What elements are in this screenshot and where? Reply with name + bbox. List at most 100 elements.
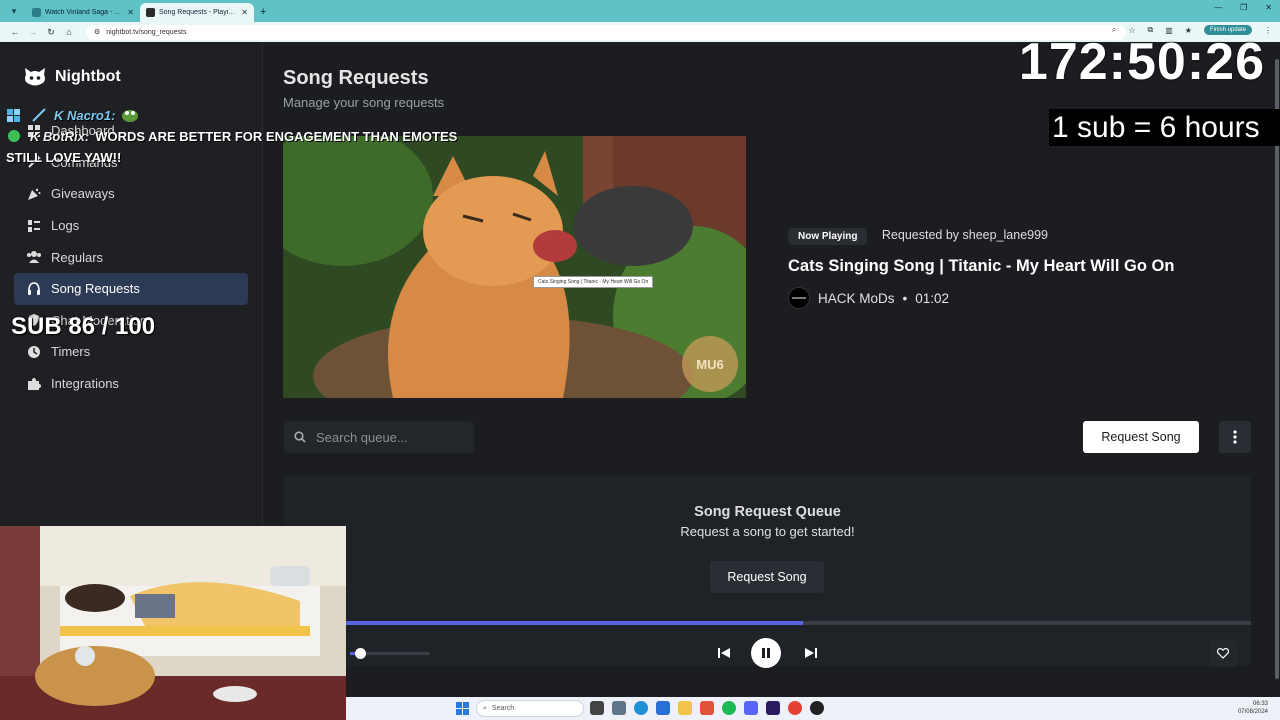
mail-app-icon[interactable] [656, 701, 670, 715]
channel-name[interactable]: HACK MoDs [818, 291, 895, 306]
badge-icon [7, 109, 20, 122]
taskbar-apps [590, 701, 824, 715]
taskbar-search-placeholder: Search [491, 705, 515, 712]
volume-knob[interactable] [355, 648, 367, 659]
skip-previous-icon [718, 648, 730, 658]
sidebar-item-label: Giveaways [51, 186, 115, 202]
address-bar[interactable]: ⚙ nightbot.tv/song_requests [86, 24, 1126, 40]
browser-menu-icon[interactable]: ⋮ [1264, 26, 1272, 35]
nightbot-favicon-icon [146, 8, 155, 17]
next-track-button[interactable] [800, 642, 822, 664]
sidebar-item-label: Timers [51, 344, 91, 360]
settings-app-icon[interactable] [612, 701, 626, 715]
tab-list-menu-icon[interactable]: ▾ [6, 3, 22, 19]
search-input[interactable] [316, 429, 466, 445]
chat-username: K BotRix: [30, 128, 90, 144]
more-options-button[interactable] [1219, 421, 1251, 453]
task-view-icon[interactable] [590, 701, 604, 715]
close-tab-icon[interactable]: ✕ [127, 8, 134, 17]
edge-app-icon[interactable] [634, 701, 648, 715]
video-player[interactable]: MU6 Cats Singing Song | Titanic - My Hea… [283, 136, 746, 398]
pause-icon [762, 648, 770, 658]
search-icon: ⌕ [483, 704, 487, 712]
file-explorer-icon[interactable] [678, 701, 692, 715]
sidebar-item-giveaways[interactable]: Giveaways [14, 178, 248, 210]
brave-app-icon[interactable] [700, 701, 714, 715]
pause-button[interactable] [751, 638, 781, 668]
queue-empty-message: Request a song to get started! [680, 524, 855, 539]
minimize-icon[interactable]: — [1214, 3, 1222, 12]
clock-icon [26, 344, 42, 360]
sub-rate-banner: 1 sub = 6 hours [1049, 109, 1280, 146]
subathon-timer: 172:50:26 [1018, 33, 1265, 91]
spotify-app-icon[interactable] [722, 701, 736, 715]
chrome-app-icon[interactable] [788, 701, 802, 715]
song-duration: 01:02 [915, 290, 950, 306]
chat-message: STILL LOVE YAW!! [6, 146, 526, 168]
sidebar-item-song-requests[interactable]: Song Requests [14, 272, 248, 305]
playback-progress-fill [345, 621, 803, 625]
browser-tab-miruro[interactable]: Watch Vinland Saga - Miruro ✕ [26, 3, 140, 22]
browser-tab-song-requests[interactable]: Song Requests - Playing Ca... ✕ [140, 3, 254, 22]
previous-track-button[interactable] [713, 642, 735, 664]
close-window-icon[interactable]: ✕ [1265, 3, 1272, 12]
system-tray-clock[interactable]: 06:33 07/08/2024 [1238, 700, 1268, 716]
site-info-icon[interactable]: ⚙ [94, 28, 100, 36]
brand[interactable]: Nightbot [24, 67, 121, 87]
window-controls: — ❐ ✕ [1214, 3, 1272, 12]
back-icon[interactable]: ← [6, 27, 24, 37]
search-icon [294, 431, 306, 443]
close-tab-icon[interactable]: ✕ [241, 8, 248, 17]
list-icon [26, 218, 42, 234]
queue-request-song-button[interactable]: Request Song [710, 561, 824, 593]
chat-message: K BotRix: WORDS ARE BETTER FOR ENGAGEMEN… [6, 126, 526, 146]
nightbot-logo-icon [25, 68, 45, 86]
chat-username: K Nacro1: [54, 107, 116, 123]
request-song-button[interactable]: Request Song [1083, 421, 1199, 453]
now-playing-panel: Now Playing Requested by sheep_lane999 C… [788, 226, 1258, 309]
chat-message: K Nacro1: [6, 104, 526, 126]
playback-progress-bar[interactable] [345, 621, 1251, 625]
favorite-button[interactable] [1209, 639, 1237, 667]
requested-by-text: Requested by sheep_lane999 [881, 228, 1049, 242]
new-tab-icon[interactable]: + [260, 6, 266, 18]
sword-icon [32, 108, 46, 122]
premiere-app-icon[interactable] [766, 701, 780, 715]
volume-slider[interactable] [350, 648, 430, 659]
song-meta: HACK MoDs • 01:02 [788, 287, 1258, 309]
chat-text: WORDS ARE BETTER FOR ENGAGEMENT THAN EMO… [95, 128, 458, 144]
tray-date: 07/08/2024 [1237, 709, 1268, 715]
chat-text: STILL LOVE YAW!! [6, 149, 122, 165]
sidebar-item-label: Logs [51, 218, 80, 234]
webcam-frame [0, 526, 346, 720]
channel-avatar [788, 287, 810, 309]
obs-app-icon[interactable] [810, 701, 824, 715]
discord-app-icon[interactable] [744, 701, 758, 715]
sidebar-item-logs[interactable]: Logs [14, 210, 248, 242]
maximize-icon[interactable]: ❐ [1240, 3, 1247, 12]
party-icon [26, 186, 42, 202]
scrollbar-thumb[interactable] [1275, 59, 1279, 679]
tab-title: Watch Vinland Saga - Miruro [45, 9, 124, 16]
pepe-emote-icon [122, 110, 139, 122]
home-icon[interactable]: ⌂ [60, 27, 78, 37]
sidebar-item-label: Song Requests [51, 281, 140, 297]
queue-search[interactable] [284, 421, 474, 453]
skip-next-icon [805, 648, 817, 658]
windows-start-icon[interactable] [456, 702, 469, 715]
windows-taskbar: ⌕ Search 06:33 07/08/2024 [346, 697, 1280, 720]
url-text: nightbot.tv/song_requests [106, 28, 187, 36]
reload-icon[interactable]: ↻ [42, 27, 60, 38]
forward-icon[interactable]: → [24, 27, 42, 37]
more-vertical-icon [1233, 430, 1237, 444]
puzzle-icon [26, 376, 42, 392]
taskbar-search[interactable]: ⌕ Search [476, 700, 584, 717]
sub-goal-counter: SUB 86 / 100 [11, 313, 156, 340]
sidebar-item-label: Integrations [51, 376, 119, 392]
player-controls [345, 631, 1280, 681]
song-title[interactable]: Cats Singing Song | Titanic - My Heart W… [788, 257, 1258, 276]
video-frame: MU6 [283, 136, 746, 398]
sidebar-item-regulars[interactable]: Regulars [14, 241, 248, 273]
video-title-tooltip: Cats Singing Song | Titanic - My Heart W… [533, 276, 654, 288]
sidebar-item-integrations[interactable]: Integrations [14, 368, 248, 400]
